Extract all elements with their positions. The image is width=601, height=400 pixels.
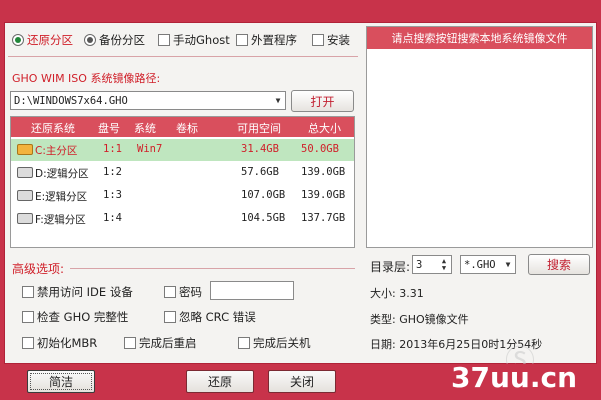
checkbox-icon <box>22 286 34 298</box>
depth-value: 3 <box>416 258 423 271</box>
depth-spinner[interactable]: 3 ▲ ▼ <box>412 255 452 274</box>
row-disk: 1:1 <box>103 143 122 155</box>
divider <box>70 268 355 269</box>
row-name: C:主分区 <box>35 145 78 157</box>
row-disk: 1:3 <box>103 189 122 201</box>
table-row[interactable]: D:逻辑分区 1:2 57.6GB 139.0GB <box>11 162 354 184</box>
column-header: 卷标 <box>176 122 198 135</box>
spinner-arrows-icon[interactable]: ▲ ▼ <box>437 256 451 273</box>
close-button[interactable]: 关闭 <box>268 370 336 393</box>
password-input[interactable] <box>210 281 294 300</box>
simple-mode-button[interactable]: 简洁 <box>27 370 95 393</box>
checkbox-icon <box>312 34 324 46</box>
checkbox-icon <box>236 34 248 46</box>
extension-combo[interactable]: *.GHO ▼ <box>460 255 516 274</box>
restore-partition-radio[interactable]: 还原分区 <box>12 32 73 48</box>
restore-partition-label: 还原分区 <box>27 33 73 47</box>
reboot-label: 完成后重启 <box>139 336 197 350</box>
row-total: 139.0GB <box>301 166 346 178</box>
manual-ghost-label: 手动Ghost <box>173 33 230 47</box>
restore-button[interactable]: 还原 <box>186 370 254 393</box>
image-path-combo[interactable]: D:\WINDOWS7x64.GHO ▼ <box>10 91 286 110</box>
advanced-options-label: 高级选项: <box>12 262 65 276</box>
disable-ide-checkbox[interactable]: 禁用访问 IDE 设备 <box>22 284 133 300</box>
checkbox-icon <box>238 337 250 349</box>
row-free: 31.4GB <box>241 143 279 155</box>
row-free: 57.6GB <box>241 166 279 178</box>
init-mbr-label: 初始化MBR <box>37 336 98 350</box>
ignore-crc-checkbox[interactable]: 忽略 CRC 错误 <box>164 309 256 325</box>
row-os: Win7 <box>137 143 163 155</box>
backup-partition-label: 备份分区 <box>99 33 145 47</box>
row-name: E:逻辑分区 <box>35 191 88 203</box>
row-free: 107.0GB <box>241 189 286 201</box>
table-header: 还原系统 盘号 系统 卷标 可用空间 总大小 <box>11 117 354 137</box>
drive-icon <box>17 190 33 201</box>
row-total: 137.7GB <box>301 212 346 224</box>
table-row[interactable]: C:主分区 1:1 Win7 31.4GB 50.0GB <box>11 139 354 161</box>
disable-ide-label: 禁用访问 IDE 设备 <box>37 285 133 299</box>
column-header: 总大小 <box>308 122 341 135</box>
backup-partition-radio[interactable]: 备份分区 <box>84 32 145 48</box>
install-label: 安装 <box>327 33 350 47</box>
install-checkbox[interactable]: 安装 <box>312 32 350 48</box>
row-name: F:逻辑分区 <box>35 214 86 226</box>
search-panel-header: 请点搜索按钮搜索本地系统镜像文件 <box>367 27 592 49</box>
row-disk: 1:2 <box>103 166 122 178</box>
table-row[interactable]: F:逻辑分区 1:4 104.5GB 137.7GB <box>11 208 354 230</box>
file-size-text: 大小: 3.31 <box>370 287 424 300</box>
password-label: 密码 <box>179 285 202 299</box>
column-header: 可用空间 <box>237 122 281 135</box>
checkbox-icon <box>124 337 136 349</box>
column-header: 盘号 <box>98 122 120 135</box>
row-disk: 1:4 <box>103 212 122 224</box>
checkbox-icon <box>164 286 176 298</box>
partition-table: 还原系统 盘号 系统 卷标 可用空间 总大小 C:主分区 1:1 Win7 31… <box>10 116 355 248</box>
checkbox-icon <box>158 34 170 46</box>
drive-icon <box>17 167 33 178</box>
check-gho-checkbox[interactable]: 检查 GHO 完整性 <box>22 309 128 325</box>
external-program-checkbox[interactable]: 外置程序 <box>236 32 297 48</box>
drive-icon <box>17 213 33 224</box>
divider <box>8 56 358 57</box>
site-watermark: 37uu.cn <box>451 361 577 394</box>
table-row[interactable]: E:逻辑分区 1:3 107.0GB 139.0GB <box>11 185 354 207</box>
row-name: D:逻辑分区 <box>35 168 89 180</box>
password-checkbox[interactable]: 密码 <box>164 284 202 300</box>
reboot-checkbox[interactable]: 完成后重启 <box>124 335 197 351</box>
search-results-panel: 请点搜索按钮搜索本地系统镜像文件 <box>366 26 593 248</box>
column-header: 还原系统 <box>31 122 75 135</box>
checkbox-icon <box>22 311 34 323</box>
image-path-label: GHO WIM ISO 系统镜像路径: <box>12 72 161 85</box>
extension-value: *.GHO <box>464 258 496 271</box>
radio-selected-icon <box>12 34 24 46</box>
depth-label: 目录层: <box>370 260 411 274</box>
search-button[interactable]: 搜索 <box>528 254 590 275</box>
chevron-down-icon[interactable]: ▼ <box>271 92 285 109</box>
chevron-down-icon[interactable]: ▼ <box>501 256 515 273</box>
row-total: 50.0GB <box>301 143 339 155</box>
drive-icon <box>17 144 33 155</box>
row-free: 104.5GB <box>241 212 286 224</box>
init-mbr-checkbox[interactable]: 初始化MBR <box>22 335 97 351</box>
checkbox-icon <box>22 337 34 349</box>
row-total: 139.0GB <box>301 189 346 201</box>
checkbox-icon <box>164 311 176 323</box>
external-program-label: 外置程序 <box>251 33 297 47</box>
manual-ghost-checkbox[interactable]: 手动Ghost <box>158 32 230 48</box>
radio-unselected-icon <box>84 34 96 46</box>
check-gho-label: 检查 GHO 完整性 <box>37 310 129 324</box>
open-button[interactable]: 打开 <box>291 90 354 112</box>
column-header: 系统 <box>134 122 156 135</box>
file-type-text: 类型: GHO镜像文件 <box>370 313 469 326</box>
shutdown-label: 完成后关机 <box>253 336 311 350</box>
ignore-crc-label: 忽略 CRC 错误 <box>179 310 256 324</box>
image-path-value: D:\WINDOWS7x64.GHO <box>14 94 128 107</box>
shutdown-checkbox[interactable]: 完成后关机 <box>238 335 311 351</box>
